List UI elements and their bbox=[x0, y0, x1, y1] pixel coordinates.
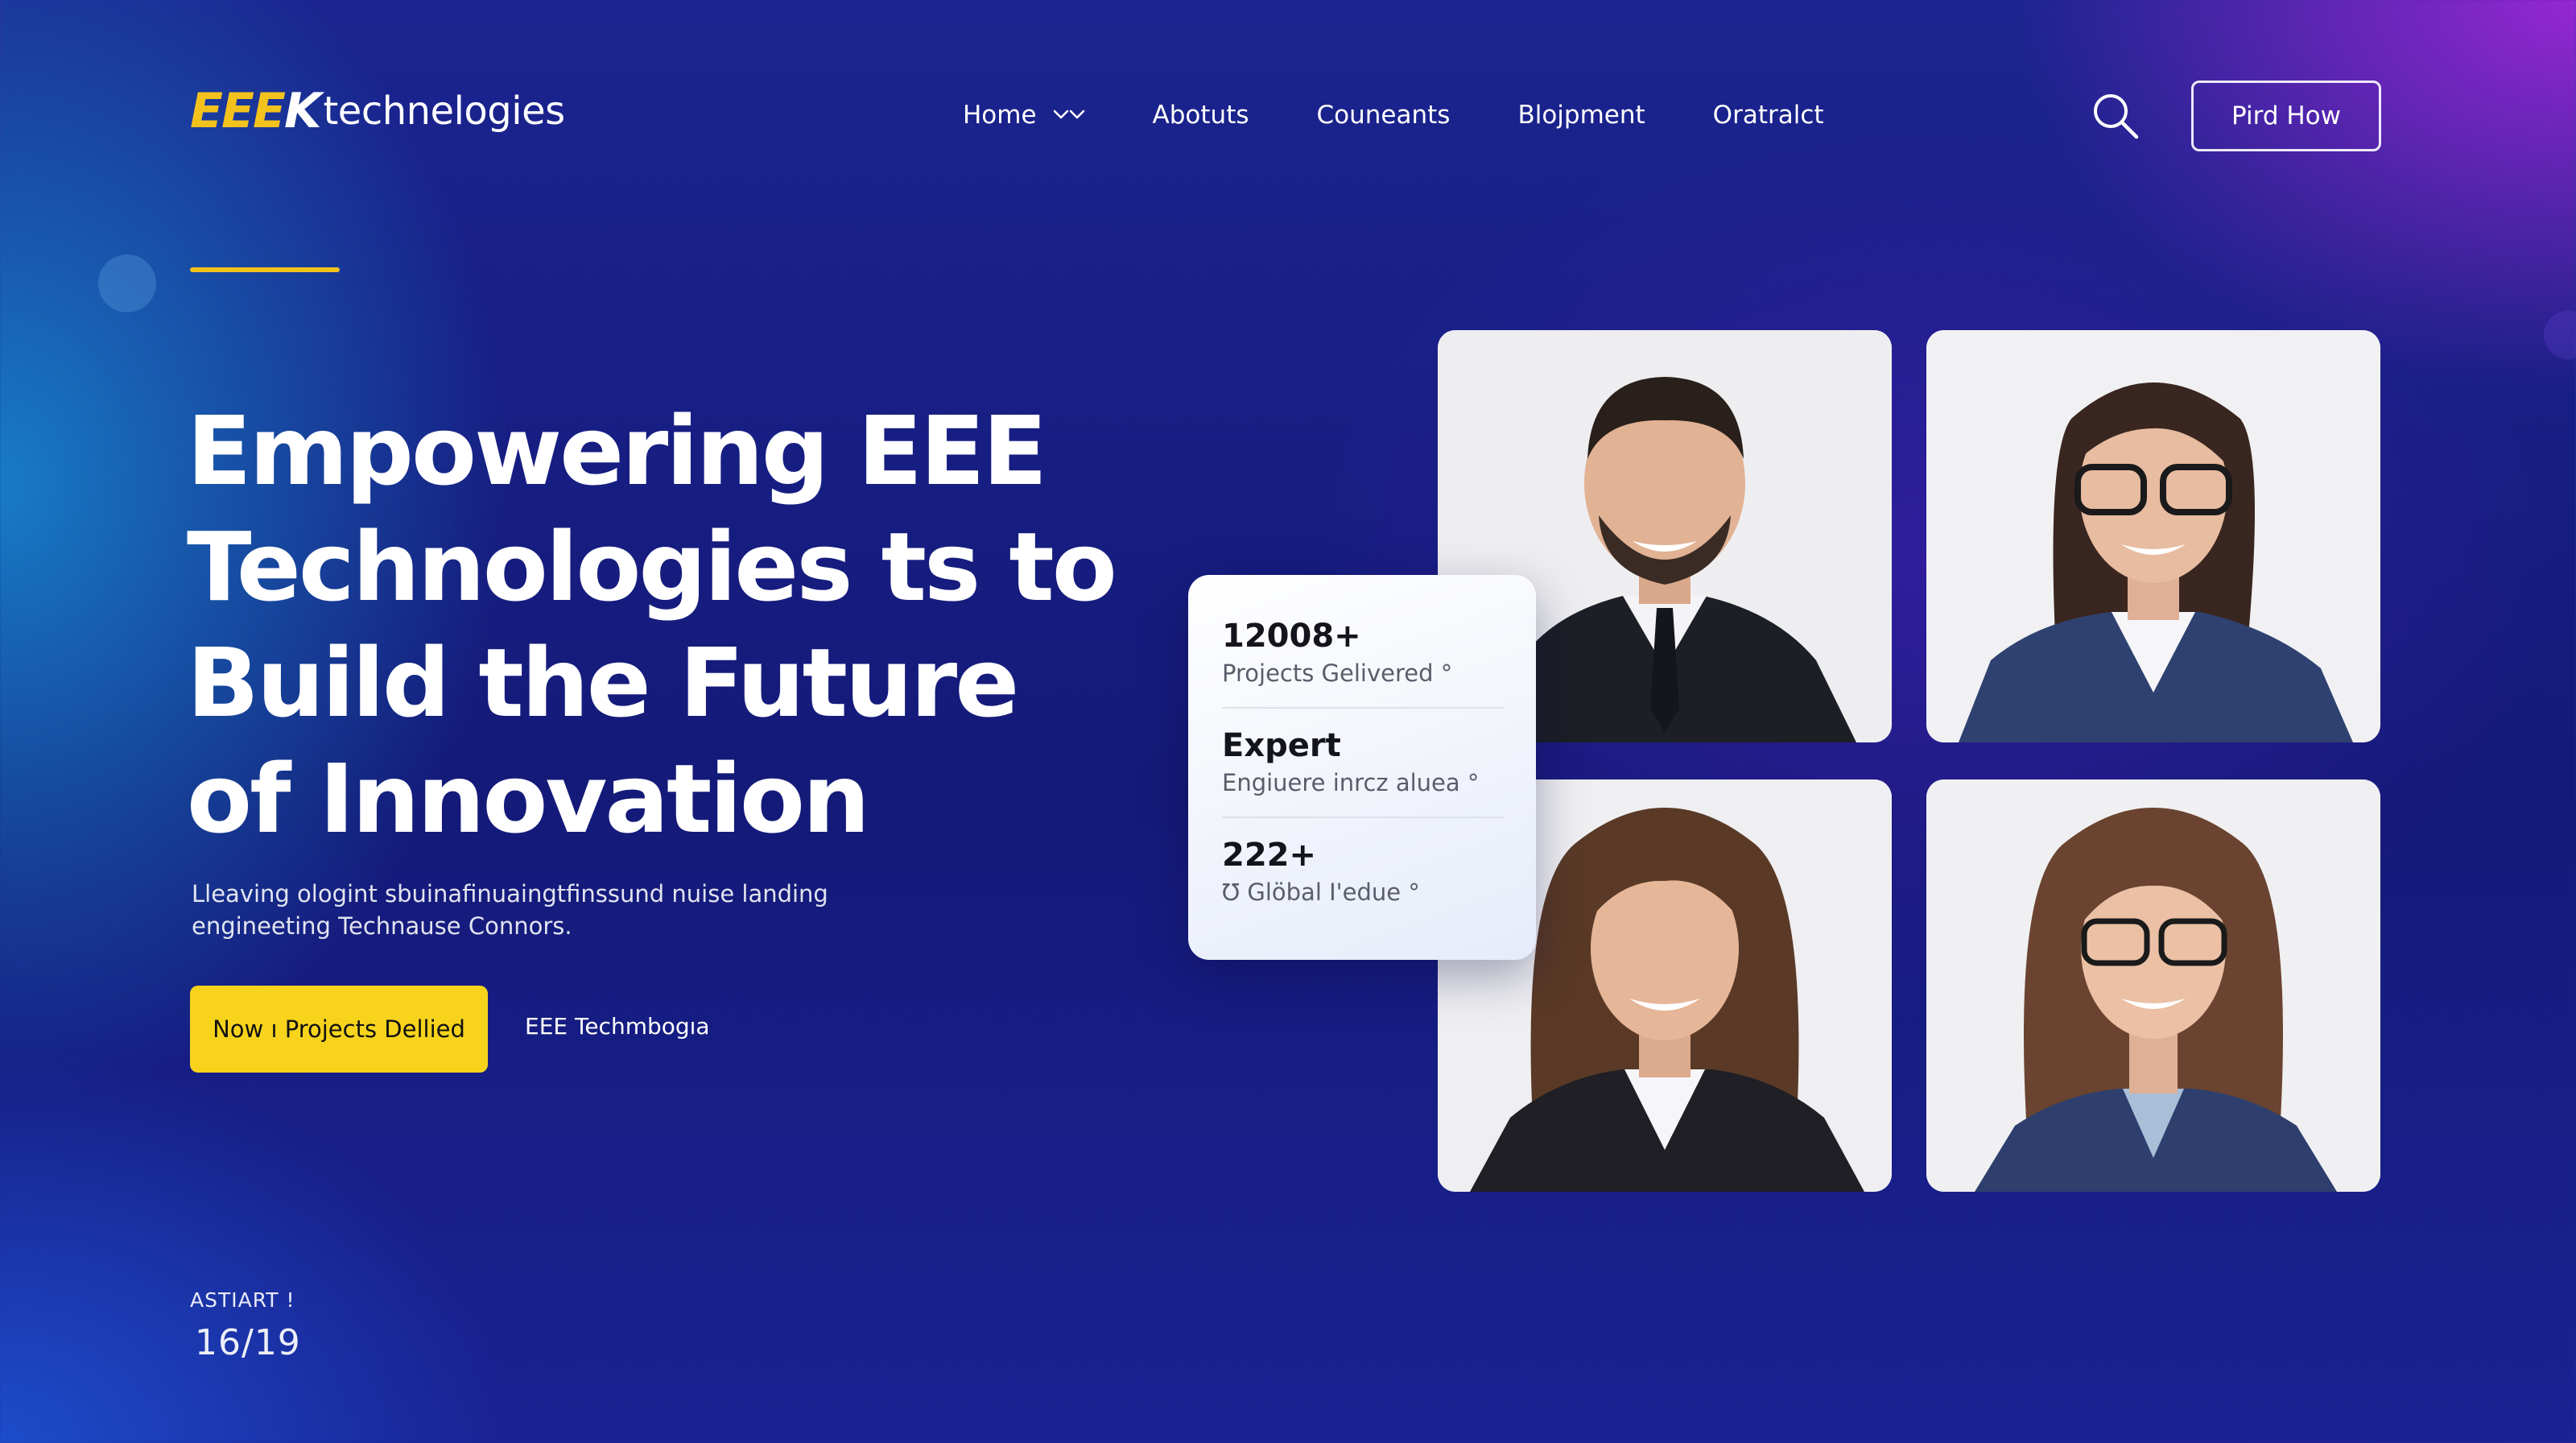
chevron-down-icon bbox=[1053, 110, 1084, 119]
search-button[interactable] bbox=[2090, 90, 2141, 142]
team-photo bbox=[1926, 330, 2380, 742]
hero-subtitle: Lleaving ologint sbuinafinuaingtfinssund… bbox=[192, 878, 884, 942]
hero-title-line: of Innovation bbox=[187, 743, 870, 854]
stat-item: 12008+ Projects Gelivered ° bbox=[1222, 617, 1504, 709]
brand-name: technelogies bbox=[323, 89, 565, 134]
team-photo bbox=[1926, 779, 2380, 1192]
stat-item: 222+ ℧ Glöbal I'edue ° bbox=[1222, 836, 1504, 926]
hero-title: Empowering EEE Technologies ts to Build … bbox=[187, 393, 1117, 857]
slide-counter: 16/19 bbox=[195, 1322, 301, 1363]
woman-glasses-longhair-portrait bbox=[1926, 779, 2380, 1192]
stat-label: ℧ Glöbal I'edue ° bbox=[1222, 879, 1420, 906]
stats-card: 12008+ Projects Gelivered ° Expert Engiu… bbox=[1188, 575, 1536, 960]
search-icon bbox=[2094, 94, 2139, 139]
nav-item-about[interactable]: Abotuts bbox=[1153, 101, 1249, 130]
main-nav: Home Abotuts Couneants Blojpment Oratral… bbox=[963, 90, 1824, 140]
brand-logo[interactable]: EEEK technelogies bbox=[190, 79, 565, 143]
header-cta-button[interactable]: Pird How bbox=[2191, 81, 2381, 151]
slide-counter-label: ASTIART ! bbox=[190, 1288, 295, 1312]
primary-cta-button[interactable]: Now ı Projects Dellied bbox=[190, 986, 488, 1073]
nav-item-development[interactable]: Blojpment bbox=[1517, 101, 1645, 130]
accent-divider bbox=[190, 267, 340, 272]
stat-item: Expert Engiuere inrcz aluea ° bbox=[1222, 726, 1504, 818]
brand-logo-mark: EEEK bbox=[190, 83, 321, 139]
stat-label: Projects Gelivered ° bbox=[1222, 659, 1453, 687]
nav-item-label: Home bbox=[963, 101, 1037, 130]
background-bokeh bbox=[2544, 311, 2576, 359]
stat-label: Engiuere inrcz aluea ° bbox=[1222, 769, 1480, 796]
hero-title-line: Technologies ts to bbox=[187, 511, 1117, 622]
hero-title-line: Build the Future bbox=[187, 627, 1019, 738]
background-bokeh bbox=[98, 254, 156, 312]
nav-item-contract[interactable]: Oratralct bbox=[1713, 101, 1824, 130]
nav-item-consultants[interactable]: Couneants bbox=[1317, 101, 1451, 130]
secondary-link[interactable]: EEE Techmbogıa bbox=[525, 1013, 710, 1040]
nav-item-home[interactable]: Home bbox=[963, 101, 1085, 130]
stat-value: Expert bbox=[1222, 727, 1341, 764]
hero-subtitle-line: engineeting Technause Connors. bbox=[192, 912, 572, 940]
stat-value: 222+ bbox=[1222, 837, 1317, 874]
hero-subtitle-line: Lleaving ologint sbuinafinuaingtfinssund… bbox=[192, 880, 828, 908]
stat-value: 12008+ bbox=[1222, 618, 1361, 655]
hero-title-line: Empowering EEE bbox=[187, 395, 1047, 506]
woman-glasses-portrait bbox=[1926, 330, 2380, 742]
